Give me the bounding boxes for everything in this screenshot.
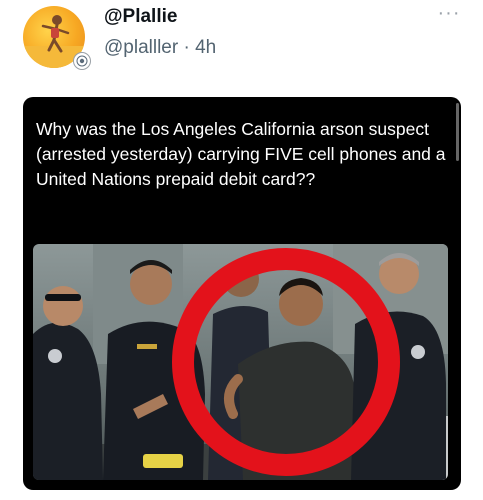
arrest-photo [33, 244, 448, 480]
more-options-icon[interactable]: ··· [436, 3, 462, 24]
handle-and-timestamp[interactable]: @plalller · 4h [104, 37, 216, 59]
verified-seal-icon [73, 52, 91, 70]
image-caption-text: Why was the Los Angeles California arson… [36, 119, 446, 189]
post-image[interactable]: Why was the Los Angeles California arson… [23, 97, 461, 490]
scrollbar [456, 103, 459, 161]
display-name[interactable]: @Plallie [104, 6, 177, 28]
